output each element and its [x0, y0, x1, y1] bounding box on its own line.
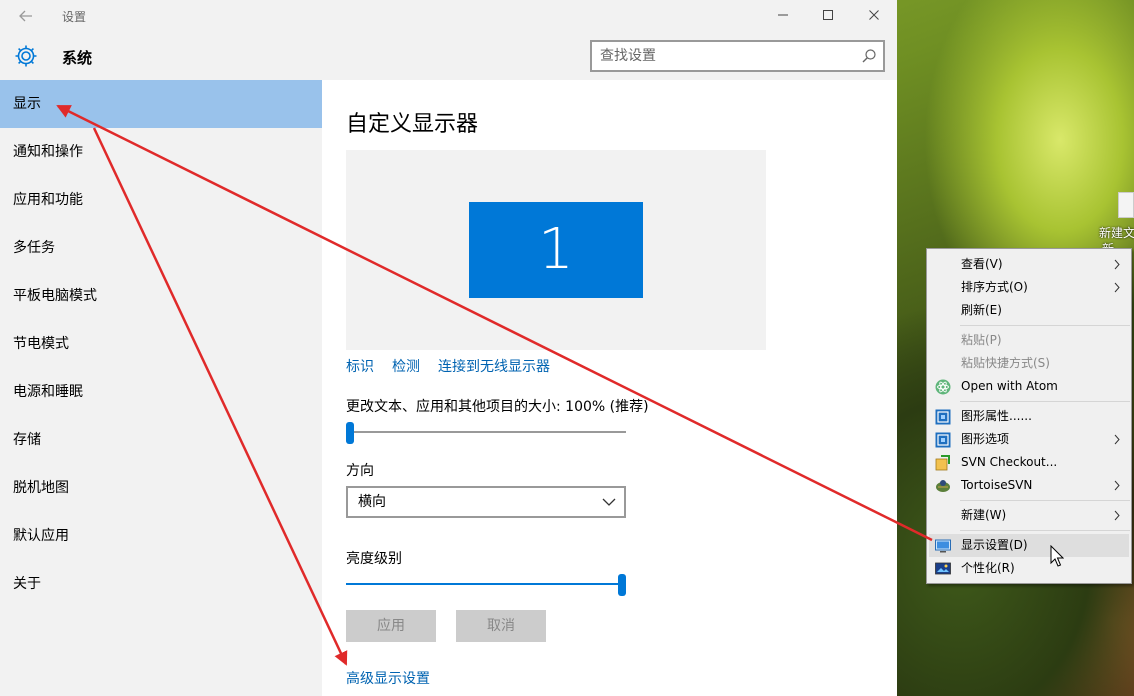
sidebar-item-display[interactable]: 显示 — [0, 80, 322, 128]
sidebar-item-storage[interactable]: 存储 — [0, 416, 322, 464]
ctx-item-svn-checkout[interactable]: SVN Checkout... — [927, 451, 1131, 474]
close-button[interactable] — [851, 2, 897, 30]
scale-label: 更改文本、应用和其他项目的大小: 100% (推荐) — [346, 399, 649, 415]
ctx-item-label: SVN Checkout... — [961, 455, 1058, 469]
ctx-separator — [960, 500, 1130, 501]
desktop-file-label: 新建文 — [1099, 226, 1134, 240]
tortoisesvn-icon — [935, 478, 951, 494]
intel-graphics-icon — [935, 432, 951, 448]
sidebar-item-power-sleep[interactable]: 电源和睡眠 — [0, 368, 322, 416]
sidebar-item-battery-saver[interactable]: 节电模式 — [0, 320, 322, 368]
ctx-item-paste[interactable]: 粘贴(P) — [927, 329, 1131, 352]
page-title: 自定义显示器 — [346, 112, 479, 137]
minimize-button[interactable] — [760, 2, 806, 30]
identify-link[interactable]: 标识 — [346, 359, 374, 375]
cancel-button[interactable]: 取消 — [456, 610, 546, 642]
ctx-item-view[interactable]: 查看(V) — [927, 253, 1131, 276]
sidebar-item-default-apps[interactable]: 默认应用 — [0, 512, 322, 560]
mouse-cursor-icon — [1050, 544, 1065, 567]
main-content: 自定义显示器 1 标识 检测 连接到无线显示器 更改文本、应用和其他项目的大小: 1… — [322, 80, 897, 696]
sidebar-item-multitasking[interactable]: 多任务 — [0, 224, 322, 272]
apply-button[interactable]: 应用 — [346, 610, 436, 642]
atom-icon — [935, 379, 951, 395]
section-title: 系统 — [62, 49, 93, 67]
ctx-separator — [960, 401, 1130, 402]
ctx-item-paste-shortcut[interactable]: 粘贴快捷方式(S) — [927, 352, 1131, 375]
monitor-preview-area: 1 — [346, 150, 766, 350]
ctx-item-label: Open with Atom — [961, 379, 1058, 393]
ctx-item-open-with-atom[interactable]: Open with Atom — [927, 375, 1131, 398]
orientation-label: 方向 — [346, 463, 374, 479]
brightness-label: 亮度级别 — [346, 551, 402, 567]
intel-graphics-icon — [935, 409, 951, 425]
ctx-item-label: 排序方式(O) — [961, 280, 1028, 294]
page-header: 系统 — [0, 32, 897, 80]
personalize-icon — [935, 561, 951, 577]
ctx-separator — [960, 325, 1130, 326]
orientation-value: 横向 — [358, 494, 386, 510]
ctx-item-graphics-properties[interactable]: 图形属性...... — [927, 405, 1131, 428]
ctx-item-label: 显示设置(D) — [961, 538, 1028, 552]
advanced-display-settings-link[interactable]: 高级显示设置 — [346, 668, 430, 688]
back-arrow-icon[interactable] — [13, 4, 39, 28]
scale-slider-track — [346, 431, 626, 433]
ctx-item-label: 查看(V) — [961, 257, 1003, 271]
ctx-item-graphics-options[interactable]: 图形选项 — [927, 428, 1131, 451]
window-title: 设置 — [62, 10, 87, 24]
ctx-item-new[interactable]: 新建(W) — [927, 504, 1131, 527]
search-input[interactable] — [592, 42, 842, 70]
scale-slider-thumb[interactable] — [346, 422, 354, 444]
search-icon[interactable] — [861, 48, 877, 64]
scale-slider[interactable] — [346, 422, 626, 444]
brightness-slider[interactable] — [346, 574, 626, 596]
ctx-separator — [960, 530, 1130, 531]
maximize-button[interactable] — [805, 2, 851, 30]
display-links: 标识 检测 连接到无线显示器 — [346, 356, 568, 376]
chevron-down-icon — [602, 488, 616, 516]
monitor-1-tile[interactable]: 1 — [469, 202, 643, 298]
ctx-item-tortoisesvn[interactable]: TortoiseSVN — [927, 474, 1131, 497]
sidebar: 显示 通知和操作 应用和功能 多任务 平板电脑模式 节电模式 电源和睡眠 存储 … — [0, 80, 322, 696]
display-settings-icon — [935, 538, 951, 554]
desktop-context-menu: 查看(V) 排序方式(O) 刷新(E) 粘贴(P) 粘贴快捷方式(S) Open… — [926, 248, 1132, 584]
ctx-item-personalize[interactable]: 个性化(R) — [927, 557, 1131, 580]
title-bar: 设置 — [0, 0, 897, 32]
desktop-file-icon[interactable] — [1118, 192, 1134, 218]
svn-checkout-icon — [935, 455, 951, 471]
wireless-display-link[interactable]: 连接到无线显示器 — [438, 359, 550, 375]
ctx-item-display-settings[interactable]: 显示设置(D) — [929, 534, 1129, 557]
ctx-item-label: 个性化(R) — [961, 561, 1015, 575]
sidebar-item-tablet-mode[interactable]: 平板电脑模式 — [0, 272, 322, 320]
sidebar-item-offline-maps[interactable]: 脱机地图 — [0, 464, 322, 512]
search-box[interactable] — [590, 40, 885, 72]
orientation-dropdown[interactable]: 横向 — [346, 486, 626, 518]
sidebar-item-notifications[interactable]: 通知和操作 — [0, 128, 322, 176]
sidebar-item-apps[interactable]: 应用和功能 — [0, 176, 322, 224]
sidebar-item-about[interactable]: 关于 — [0, 560, 322, 608]
detect-link[interactable]: 检测 — [392, 359, 420, 375]
brightness-slider-fill — [346, 583, 622, 585]
ctx-item-label: 图形选项 — [961, 432, 1010, 446]
ctx-item-label: TortoiseSVN — [961, 478, 1033, 492]
brightness-slider-thumb[interactable] — [618, 574, 626, 596]
ctx-item-label: 新建(W) — [961, 508, 1007, 522]
ctx-item-refresh[interactable]: 刷新(E) — [927, 299, 1131, 322]
settings-window: 设置 系统 显示 — [0, 0, 897, 696]
ctx-item-label: 图形属性...... — [961, 409, 1032, 423]
ctx-item-sort[interactable]: 排序方式(O) — [927, 276, 1131, 299]
gear-icon — [13, 43, 39, 69]
